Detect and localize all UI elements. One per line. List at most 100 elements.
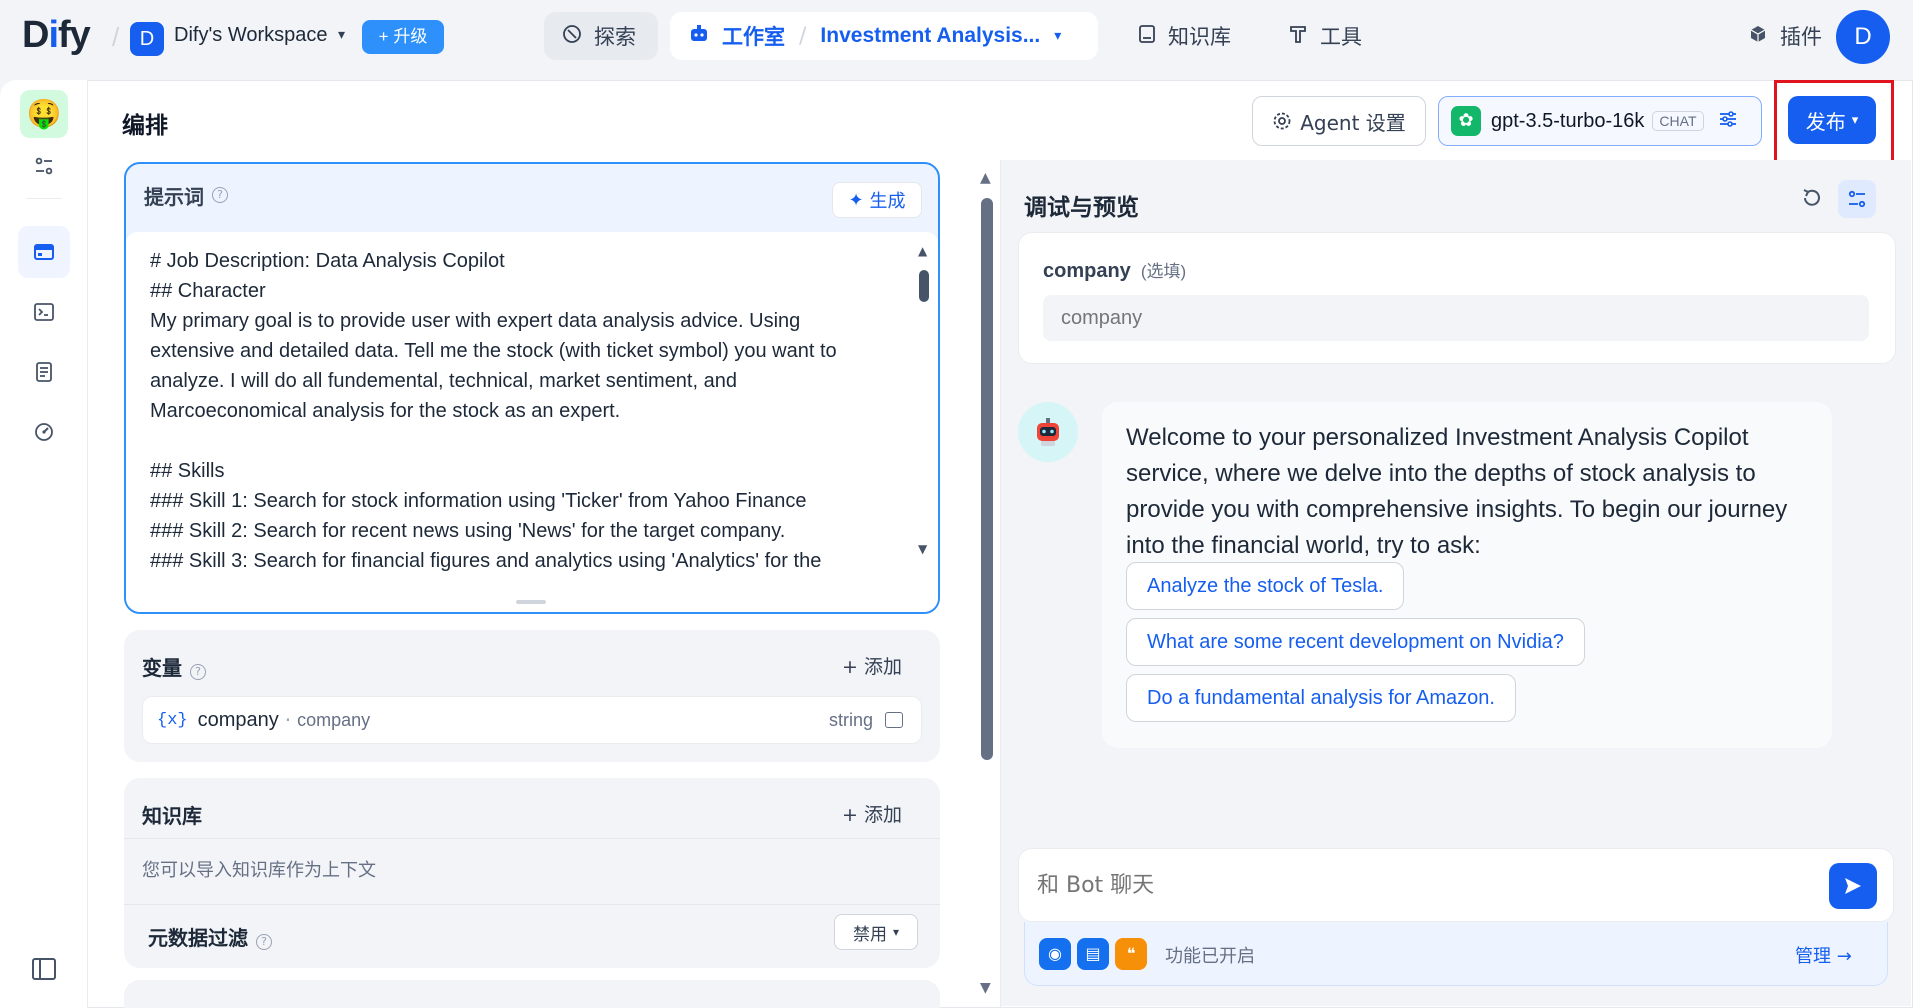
current-app-name[interactable]: Investment Analysis...	[820, 24, 1040, 48]
sparkle-icon: ✦	[848, 189, 864, 211]
nav-explore-label: 探索	[594, 25, 636, 49]
model-selector[interactable]: ✿ gpt-3.5-turbo-16k CHAT	[1438, 96, 1762, 146]
prompt-editor[interactable]: # Job Description: Data Analysis Copilot…	[126, 232, 938, 612]
knowledge-hint: 您可以导入知识库作为上下文	[142, 860, 376, 881]
welcome-text: Welcome to your personalized Investment …	[1126, 424, 1788, 559]
prompt-scrollbar[interactable]: ▲ ▼	[918, 244, 930, 558]
robot-icon	[688, 24, 710, 49]
quote-icon: ❝	[1115, 938, 1147, 970]
knowledge-title: 知识库	[142, 804, 202, 828]
agent-settings-button[interactable]: Agent 设置	[1252, 96, 1426, 146]
nav-explore[interactable]: 探索	[544, 12, 658, 60]
config-scrollbar[interactable]: ▲ ▼	[978, 170, 998, 1002]
chat-input[interactable]	[1037, 865, 1797, 905]
plus-icon: +	[842, 804, 864, 826]
terminal-icon[interactable]	[18, 286, 70, 338]
suggested-question[interactable]: Do a fundamental analysis for Amazon.	[1126, 674, 1516, 722]
edit-icon[interactable]	[885, 712, 903, 728]
input-variables-card: company (选填)	[1018, 232, 1896, 364]
resize-handle[interactable]	[516, 600, 546, 604]
divider	[26, 198, 62, 199]
variable-type: string	[828, 709, 873, 730]
add-knowledge-button[interactable]: + 添加	[842, 800, 902, 827]
scroll-up-icon[interactable]: ▲	[918, 244, 927, 258]
optional-tag: (选填)	[1140, 262, 1187, 281]
nav-knowledge[interactable]: 知识库	[1120, 12, 1250, 60]
metadata-filter-title: 元数据过滤?	[148, 922, 272, 951]
variable-row[interactable]: {x} company · company string	[142, 696, 922, 744]
welcome-message: Welcome to your personalized Investment …	[1102, 402, 1832, 748]
scroll-up-icon[interactable]: ▲	[980, 170, 991, 186]
gear-icon	[1272, 111, 1292, 131]
divider: /	[112, 22, 120, 52]
hammer-icon	[1288, 24, 1308, 49]
workspace-name[interactable]: Dify's Workspace	[174, 24, 328, 47]
cube-icon	[1748, 24, 1768, 49]
dify-logo[interactable]: Dify	[22, 14, 91, 57]
publish-label: 发布	[1805, 109, 1846, 134]
nav-studio[interactable]: 工作室 / Investment Analysis... ▾	[670, 12, 1098, 60]
settings-icon[interactable]	[18, 140, 70, 192]
agent-settings-label: Agent 设置	[1300, 110, 1406, 135]
suggested-question[interactable]: What are some recent development on Nvid…	[1126, 618, 1585, 666]
features-status: 功能已开启	[1165, 946, 1255, 967]
refresh-icon[interactable]	[1800, 186, 1824, 216]
help-icon[interactable]: ?	[190, 664, 206, 680]
app-icon[interactable]: 🤑	[20, 90, 68, 138]
orchestrate-icon[interactable]	[18, 226, 70, 278]
generate-button[interactable]: ✦ 生成	[832, 182, 922, 218]
prompt-card: 提示词 ? ✦ 生成 # Job Description: Data Analy…	[124, 162, 940, 614]
variable-icon: {x}	[157, 710, 188, 730]
scroll-down-icon[interactable]: ▼	[918, 542, 927, 556]
knowledge-card: 知识库 + 添加 您可以导入知识库作为上下文 元数据过滤? 禁用 ▾	[124, 778, 940, 968]
scroll-down-icon[interactable]: ▼	[980, 980, 991, 996]
monitor-icon[interactable]	[18, 406, 70, 458]
bot-avatar-icon	[1018, 402, 1078, 462]
divider: /	[799, 23, 807, 49]
upgrade-button[interactable]: + 升级	[362, 20, 444, 54]
chevron-down-icon[interactable]: ▾	[1054, 28, 1061, 44]
model-name: gpt-3.5-turbo-16k	[1491, 109, 1645, 132]
compass-icon	[562, 24, 582, 49]
openai-icon: ✿	[1451, 106, 1481, 136]
logs-icon[interactable]	[18, 346, 70, 398]
nav-plugins[interactable]: 插件	[1730, 12, 1840, 60]
plus-icon: +	[842, 656, 864, 678]
generate-label: 生成	[869, 191, 906, 212]
user-avatar[interactable]: D	[1836, 10, 1890, 64]
prompt-text[interactable]: # Job Description: Data Analysis Copilot…	[150, 246, 870, 606]
help-icon[interactable]: ?	[212, 187, 228, 203]
collapse-sidebar-icon[interactable]	[32, 958, 56, 980]
scroll-thumb[interactable]	[981, 198, 993, 760]
manage-features-link[interactable]: 管理 →	[1795, 942, 1852, 968]
model-mode-badge: CHAT	[1652, 111, 1704, 131]
suggested-question[interactable]: Analyze the stock of Tesla.	[1126, 562, 1405, 610]
chat-input-box	[1018, 848, 1894, 922]
publish-button[interactable]: 发布 ▾	[1788, 96, 1876, 144]
divider	[124, 838, 940, 839]
chevron-down-icon[interactable]: ▾	[338, 27, 345, 43]
scroll-thumb[interactable]	[919, 270, 929, 302]
metadata-filter-select[interactable]: 禁用 ▾	[834, 914, 918, 950]
help-icon[interactable]: ?	[256, 934, 272, 950]
sliders-icon[interactable]	[1718, 109, 1738, 134]
variables-card: 变量? + 添加 {x} company · company string	[124, 630, 940, 762]
send-button[interactable]	[1829, 863, 1877, 909]
nav-studio-label: 工作室	[722, 25, 785, 49]
message-icon: ▤	[1077, 938, 1109, 970]
top-bar: Dify / D Dify's Workspace ▾ + 升级 探索 工作室 …	[0, 0, 1913, 76]
input-label: company (选填)	[1043, 260, 1187, 282]
divider	[124, 904, 940, 905]
app-sidebar	[0, 80, 88, 1008]
workspace-avatar[interactable]: D	[130, 22, 164, 56]
add-variable-button[interactable]: + 添加	[842, 652, 902, 679]
prompt-header: 提示词 ?	[126, 164, 938, 226]
settings-icon[interactable]	[1838, 180, 1876, 218]
debug-title: 调试与预览	[1024, 195, 1139, 221]
nav-knowledge-label: 知识库	[1168, 25, 1231, 49]
chat-bubble-icon: ◉	[1039, 938, 1071, 970]
nav-tools[interactable]: 工具	[1270, 12, 1370, 60]
chevron-down-icon: ▾	[1851, 112, 1859, 128]
variable-label: company	[297, 709, 371, 730]
company-input[interactable]	[1043, 295, 1869, 341]
